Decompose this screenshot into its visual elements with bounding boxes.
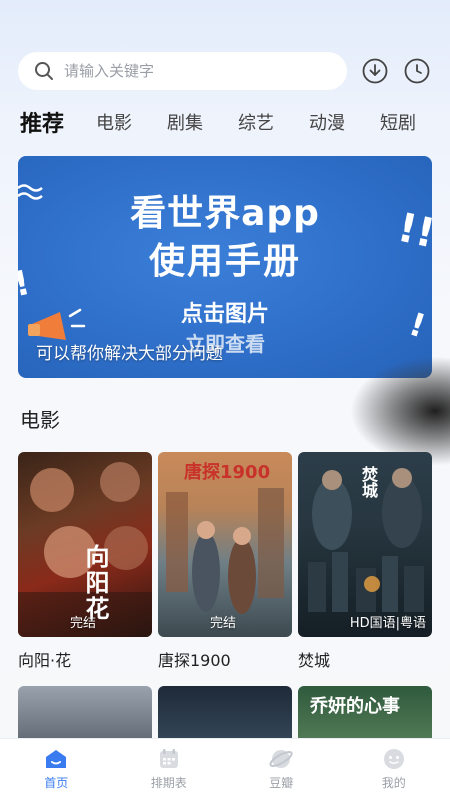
banner-title-line1: 看世界app xyxy=(130,193,320,234)
movie-poster[interactable]: 唐探1900 完结 xyxy=(158,452,292,637)
history-button[interactable] xyxy=(403,57,431,85)
tab-series[interactable]: 剧集 xyxy=(167,109,203,135)
nav-douban[interactable]: 豆瓣 xyxy=(225,739,338,800)
planet-icon xyxy=(269,750,293,768)
movie-poster[interactable]: 焚城 HD国语|粤语 xyxy=(298,452,432,637)
nav-label: 我的 xyxy=(381,776,406,790)
clock-icon xyxy=(404,58,430,84)
movie-card[interactable]: 唐探1900 完结 唐探1900 xyxy=(158,452,292,671)
status-badge: 完结 xyxy=(70,616,97,631)
tab-anime[interactable]: 动漫 xyxy=(309,109,345,135)
category-tabs: 推荐 电影 剧集 综艺 动漫 短剧 xyxy=(20,104,450,140)
movie-title: 焚城 xyxy=(298,651,331,670)
nav-label: 豆瓣 xyxy=(269,776,294,790)
banner-cta-line1: 点击图片 xyxy=(180,302,269,327)
nav-label: 首页 xyxy=(44,776,69,790)
movie-poster[interactable]: 乔妍的心事 xyxy=(298,686,432,746)
movie-poster[interactable]: 向阳花 完结 xyxy=(18,452,152,637)
movie-list: 向阳花 完结 向阳·花 唐探1900 完结 唐探1900 焚城 HD国语|粤语 … xyxy=(18,452,432,671)
movie-card[interactable]: 向阳花 完结 向阳·花 xyxy=(18,452,152,671)
download-icon xyxy=(362,58,388,84)
status-badge: 完结 xyxy=(210,616,237,631)
search-input[interactable] xyxy=(64,62,314,80)
tab-movies[interactable]: 电影 xyxy=(96,109,132,135)
face-icon xyxy=(383,749,404,769)
tab-short-drama[interactable]: 短剧 xyxy=(380,109,416,135)
download-button[interactable] xyxy=(361,57,389,85)
movie-card[interactable]: 乔妍的心事 xyxy=(298,686,432,746)
movie-title: 唐探1900 xyxy=(158,651,231,670)
movie-poster[interactable] xyxy=(18,686,152,746)
section-title-movies: 电影 xyxy=(20,408,60,432)
tab-variety[interactable]: 综艺 xyxy=(238,109,274,135)
movie-list-row2: 乔妍的心事 xyxy=(18,686,432,746)
tab-recommend[interactable]: 推荐 xyxy=(20,106,64,138)
movie-card[interactable] xyxy=(18,686,152,746)
poster-title-overlay: 乔妍的心事 xyxy=(310,696,400,717)
promo-banner[interactable]: ! !! ! 看世界app 使用手册 点击图片 立即查看 可以帮你解决大部分问题 xyxy=(18,156,432,378)
movie-poster[interactable] xyxy=(158,686,292,746)
movie-card[interactable] xyxy=(158,686,292,746)
search-icon xyxy=(35,62,53,80)
status-badge: HD国语|粤语 xyxy=(349,616,426,631)
nav-label: 排期表 xyxy=(150,776,187,790)
scroll-shadow-decoration xyxy=(350,356,450,466)
bottom-nav: 首页 排期表 豆瓣 我的 xyxy=(0,738,450,800)
banner-caption: 可以帮你解决大部分问题 xyxy=(36,344,223,364)
poster-title-overlay: 焚城 xyxy=(359,466,378,498)
calendar-icon xyxy=(159,749,178,768)
movie-card[interactable]: 焚城 HD国语|粤语 焚城 xyxy=(298,452,432,671)
poster-title-overlay: 向阳花 xyxy=(81,544,109,622)
nav-home[interactable]: 首页 xyxy=(0,739,113,800)
poster-title-overlay: 唐探1900 xyxy=(184,462,271,483)
nav-profile[interactable]: 我的 xyxy=(338,739,450,800)
search-bar[interactable] xyxy=(18,52,347,90)
home-icon xyxy=(46,750,67,768)
top-bar xyxy=(18,52,436,90)
banner-title-line2: 使用手册 xyxy=(148,241,301,282)
movie-title: 向阳·花 xyxy=(18,651,72,670)
nav-schedule[interactable]: 排期表 xyxy=(113,739,226,800)
